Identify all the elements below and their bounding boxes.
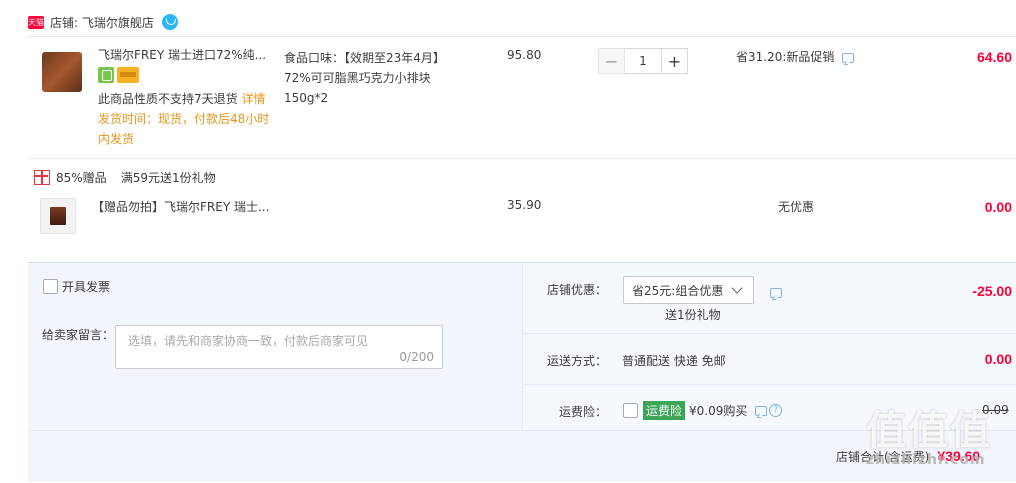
watermark-url: zhizhizhi.com <box>866 452 986 468</box>
insurance-label: 运费险： <box>559 405 608 419</box>
shipping-amount: 0.00 <box>984 351 1012 367</box>
gift-promo-text: 满59元送1份礼物 <box>120 171 216 185</box>
product-spec: 食品口味：【效期至23年4月】72%可可脂黑巧克力小排块150g*2 <box>284 51 445 105</box>
invoice-option[interactable]: 开具发票 <box>43 278 110 295</box>
divider <box>523 333 1016 334</box>
quantity-input[interactable]: 1 <box>625 48 661 74</box>
details-link[interactable]: 详情 <box>241 92 265 106</box>
decrease-button[interactable]: − <box>598 48 625 74</box>
insurance-option: 运费险 ¥0.09购买 ? <box>623 401 783 420</box>
product-thumbnail[interactable] <box>42 52 82 92</box>
item-subtotal: 64.60 <box>976 49 1012 65</box>
site-watermark: 值值值 zhizhizhi.com <box>866 398 1016 483</box>
gift-promo-row: 85%赠品 满59元送1份礼物 <box>34 169 216 186</box>
store-discount-value: 省25元:组合优惠 <box>632 283 724 298</box>
quality-badge-icon[interactable] <box>98 67 114 83</box>
product-badges <box>98 66 142 84</box>
quantity-stepper: − 1 + <box>598 48 688 74</box>
store-name[interactable]: 店铺: 飞瑞尔旗舰店 <box>50 14 154 31</box>
no-return-notice: 此商品性质不支持7天退货 详情 <box>98 89 270 109</box>
gift-promo: 无优惠 <box>778 200 815 214</box>
increase-button[interactable]: + <box>661 48 688 74</box>
chevron-down-icon <box>731 282 743 294</box>
shipping-value: 普通配送 快递 免邮 <box>622 354 726 368</box>
invoice-label: 开具发票 <box>62 280 111 294</box>
discount-comment-icon[interactable] <box>770 287 782 298</box>
no-return-text: 此商品性质不支持7天退货 <box>98 92 238 106</box>
insurance-checkbox[interactable] <box>623 403 638 418</box>
promo-text: 省31.20:新品促销 <box>736 50 835 64</box>
message-count: 0/200 <box>399 350 434 364</box>
divider <box>523 384 1016 385</box>
gift-title[interactable]: 【赠品勿拍】飞瑞尔FREY 瑞士... <box>92 198 272 216</box>
insurance-price: ¥0.09购买 <box>689 404 748 418</box>
row-divider <box>28 158 1016 159</box>
wangwang-chat-icon[interactable] <box>161 14 178 30</box>
unit-price: 95.80 <box>507 48 542 62</box>
store-discount-amount: -25.00 <box>972 283 1012 299</box>
product-title[interactable]: 飞瑞尔FREY 瑞士进口72%纯... <box>98 46 270 64</box>
insurance-tag: 运费险 <box>643 401 686 420</box>
message-placeholder: 选填，请先和商家协商一致，付款后商家可见 <box>128 334 369 348</box>
store-discount-label: 店铺优惠： <box>547 283 608 297</box>
gift-subtotal: 0.00 <box>984 199 1012 215</box>
shipping-label: 运送方式： <box>547 354 608 368</box>
gift-icon <box>34 170 50 185</box>
message-label: 给卖家留言： <box>42 328 115 342</box>
promo-info: 省31.20:新品促销 <box>736 48 855 65</box>
store-header: 天猫 店铺: 飞瑞尔旗舰店 <box>28 12 178 32</box>
help-icon[interactable]: ? <box>769 404 783 417</box>
insurance-comment-icon[interactable] <box>755 405 768 416</box>
tmall-badge: 天猫 <box>28 15 44 29</box>
gift-unit-price: 35.90 <box>507 198 542 212</box>
promo-comment-icon[interactable] <box>842 52 855 63</box>
card-payment-icon[interactable] <box>117 67 139 83</box>
gift-thumbnail[interactable] <box>40 198 76 234</box>
store-discount-note: 送1份礼物 <box>665 308 721 322</box>
watermark-logo: 值值值 <box>866 408 992 454</box>
message-textarea[interactable]: 选填，请先和商家协商一致，付款后商家可见 0/200 <box>115 325 443 369</box>
gift-tag: 85%赠品 <box>56 171 107 185</box>
invoice-checkbox[interactable] <box>43 279 58 294</box>
ship-time-text: 发货时间：现货，付款后48小时内发货 <box>98 112 270 146</box>
store-discount-select[interactable]: 省25元:组合优惠 <box>623 276 754 304</box>
